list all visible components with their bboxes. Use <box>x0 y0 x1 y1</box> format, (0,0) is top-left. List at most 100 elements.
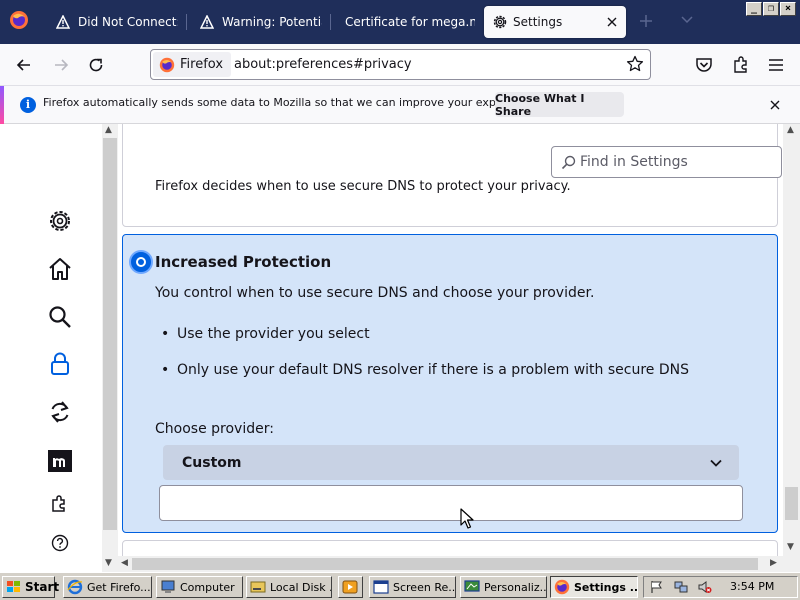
extensions-icon[interactable] <box>731 55 751 75</box>
scrollbar-thumb[interactable] <box>785 487 798 520</box>
tab-settings[interactable]: Settings <box>484 6 626 38</box>
list-item: Use the provider you select <box>161 326 370 342</box>
task-label: Settings ... <box>574 580 638 594</box>
option-title: Increased Protection <box>155 253 332 271</box>
choose-provider-label: Choose provider: <box>155 421 274 437</box>
minimize-button[interactable]: _ <box>746 2 762 16</box>
custom-provider-url-input[interactable] <box>159 485 743 521</box>
settings-sidebar <box>0 124 102 572</box>
tab-warning[interactable]: Warning: Potentia <box>192 6 328 38</box>
taskbar-item-get-firefox[interactable]: Get Firefo... <box>63 576 152 598</box>
taskbar-item-settings[interactable]: Settings ... <box>550 576 638 598</box>
url-bar[interactable]: Firefox about:preferences#privacy <box>150 49 651 80</box>
scroll-up-arrow-icon[interactable]: ▲ <box>105 125 112 135</box>
sidebar-item-more-from-mozilla[interactable] <box>47 448 73 474</box>
forward-icon[interactable] <box>51 55 71 75</box>
search-icon <box>47 304 73 330</box>
firefox-icon <box>159 57 175 73</box>
sidebar-item-privacy[interactable] <box>47 351 73 377</box>
scroll-down-arrow-icon[interactable]: ▼ <box>787 542 794 552</box>
task-label: Screen Re... <box>393 580 456 594</box>
mozilla-icon <box>47 448 73 474</box>
scroll-up-arrow-icon[interactable]: ▲ <box>787 125 794 135</box>
option-description: Firefox decides when to use secure DNS t… <box>155 179 571 194</box>
taskbar-item-local-disk[interactable]: Local Disk ... <box>246 576 332 598</box>
close-tab-icon[interactable] <box>604 14 620 30</box>
bookmark-star-icon[interactable] <box>626 55 644 73</box>
sidebar-item-extensions[interactable] <box>50 494 76 520</box>
reload-icon[interactable] <box>86 55 106 75</box>
scrollbar-thumb[interactable] <box>132 558 758 570</box>
scroll-right-arrow-icon[interactable]: ▶ <box>770 558 777 568</box>
scroll-down-arrow-icon[interactable]: ▼ <box>105 558 112 568</box>
warning-icon <box>56 15 70 29</box>
lock-icon <box>47 351 73 377</box>
firefox-logo-icon[interactable] <box>9 10 29 30</box>
sidebar-item-support[interactable] <box>51 534 77 560</box>
tab-certificate[interactable]: Certificate for mega.nz <box>336 6 480 38</box>
flag-icon[interactable] <box>650 580 664 594</box>
taskbar-item-screen-recorder[interactable]: Screen Re... <box>369 576 456 598</box>
increased-protection-option[interactable]: Increased Protection You control when to… <box>122 234 778 533</box>
tab-separator <box>330 14 331 30</box>
taskbar-item-personalization[interactable]: Personaliz... <box>460 576 547 598</box>
notification-text: Firefox automatically sends some data to… <box>43 96 541 109</box>
tab-did-not-connect[interactable]: Did Not Connect: P <box>48 6 184 38</box>
display-icon <box>464 579 480 595</box>
sidebar-item-search[interactable] <box>47 304 73 330</box>
new-tab-icon[interactable] <box>638 13 654 29</box>
taskbar-item-media[interactable] <box>338 576 363 598</box>
back-icon[interactable] <box>14 55 34 75</box>
close-window-button[interactable]: × <box>780 2 796 16</box>
scrollbar-thumb[interactable] <box>103 138 117 530</box>
tab-title: Warning: Potentia <box>222 15 322 29</box>
horizontal-scrollbar[interactable]: ◀ ▶ <box>118 556 783 572</box>
option-description: You control when to use secure DNS and c… <box>155 285 595 301</box>
provider-select[interactable]: Custom <box>163 445 739 480</box>
tab-title: Settings <box>513 15 563 29</box>
volume-muted-icon[interactable] <box>698 580 712 594</box>
sidebar-scrollbar[interactable]: ▲ ▼ <box>102 124 118 572</box>
computer-icon <box>160 579 176 595</box>
find-in-settings-input[interactable]: Find in Settings <box>551 146 782 178</box>
task-label: Computer <box>180 580 235 594</box>
media-icon <box>342 579 358 595</box>
sidebar-item-home[interactable] <box>47 256 73 282</box>
task-label: Get Firefo... <box>87 580 151 594</box>
network-icon[interactable] <box>674 580 688 594</box>
choose-what-i-share-button[interactable]: Choose What I Share <box>495 92 624 118</box>
system-tray: 3:54 PM <box>643 576 798 598</box>
increased-protection-radio[interactable] <box>129 250 153 274</box>
sidebar-item-sync[interactable] <box>47 399 73 425</box>
identity-box[interactable]: Firefox <box>153 52 232 77</box>
taskbar-item-computer[interactable]: Computer <box>156 576 243 598</box>
sync-icon <box>47 399 73 425</box>
puzzle-icon <box>50 494 76 514</box>
sidebar-item-general[interactable] <box>47 208 73 234</box>
tab-separator <box>186 14 187 30</box>
windows-logo-icon <box>6 580 22 594</box>
task-label: Personaliz... <box>484 580 547 594</box>
drive-icon <box>250 579 266 595</box>
url-text[interactable]: about:preferences#privacy <box>234 57 412 72</box>
restore-button[interactable]: ❐ <box>763 2 779 16</box>
menu-icon[interactable] <box>766 55 786 75</box>
home-icon <box>47 256 73 282</box>
start-label: Start <box>25 580 60 594</box>
tab-strip: Did Not Connect: P Warning: Potentia Cer… <box>0 0 800 44</box>
page-scrollbar[interactable]: ▲ ▼ <box>783 124 800 572</box>
close-notification-icon[interactable] <box>767 97 783 113</box>
start-button[interactable]: Start <box>2 576 59 598</box>
data-reporting-notification: i Firefox automatically sends some data … <box>0 86 800 124</box>
info-icon: i <box>20 97 36 113</box>
window-controls: _ ❐ × <box>746 2 796 16</box>
tab-title: Did Not Connect: P <box>78 15 178 29</box>
gear-icon <box>492 14 508 30</box>
tab-list-icon[interactable] <box>680 15 694 25</box>
firefox-icon <box>554 579 570 595</box>
pocket-icon[interactable] <box>694 55 714 75</box>
mouse-cursor-icon <box>460 508 474 530</box>
search-placeholder: Find in Settings <box>580 154 688 170</box>
scroll-left-arrow-icon[interactable]: ◀ <box>121 558 128 568</box>
notification-accent <box>0 86 4 124</box>
